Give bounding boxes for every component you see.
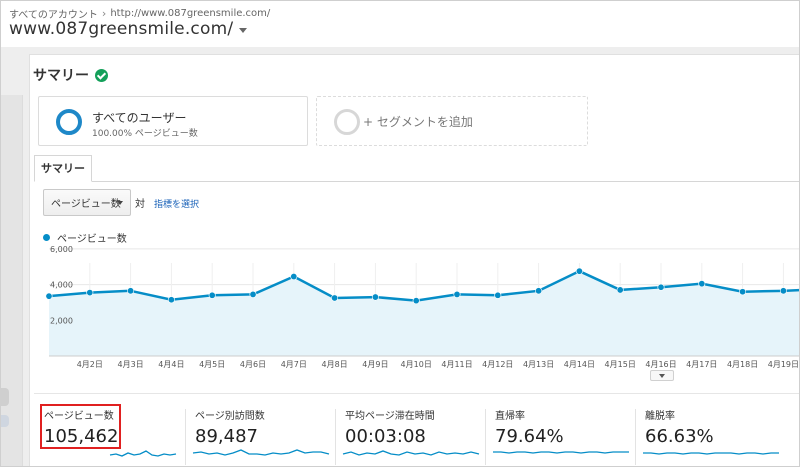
pageviews-line-chart[interactable]: 2,000 4,000 6,000 4月2日 4月3日 4月4日 4月5日 4月6日 4月7日 4… [1,241,800,371]
segment-placeholder-icon [334,109,360,135]
x-tick-label: 4月19日 [768,360,799,369]
metric-dropdown-label: ページビュー数 [51,199,121,210]
data-point [412,297,420,305]
check-circle-icon [95,68,108,82]
data-point [739,288,747,296]
x-tick-label: 4月11日 [441,360,472,369]
x-tick-label: 4月6日 [240,360,266,369]
legend-dot-icon [43,234,50,241]
kpi-divider [34,393,799,394]
x-tick-label: 4月17日 [686,360,717,369]
chevron-down-icon [659,374,665,378]
analytics-window: すべてのアカウント › http://www.087greensmile.com… [0,0,800,467]
x-tick-label: 4月12日 [482,360,513,369]
y-tick-label: 2,000 [50,316,73,325]
segment-subtitle: 100.00% ページビュー数 [92,129,198,139]
y-tick-label: 6,000 [50,245,73,254]
kpi-highlight-box [40,404,121,449]
choose-metric-link[interactable]: 指標を選択 [154,197,199,210]
data-point [331,294,339,302]
x-tick-label: 4月8日 [322,360,348,369]
chevron-down-icon [239,28,248,33]
x-tick-label: 4月9日 [362,360,388,369]
kpi-separator [335,409,336,465]
page-title: サマリー [33,65,108,85]
kpi-label: ページ別訪問数 [195,411,265,422]
kpi-separator [635,409,636,465]
side-handle[interactable] [1,388,9,406]
chart-collapse-button[interactable] [650,370,674,381]
kpi-avg-time-on-page[interactable]: 平均ページ滞在時間 00:03:08 [341,404,481,464]
kpi-sparkline [643,452,779,455]
side-handle-secondary[interactable] [1,415,9,427]
data-point [453,290,461,298]
data-point [127,287,135,295]
kpi-sparkline [192,449,330,456]
kpi-sparkline [493,451,629,454]
data-point [371,293,379,301]
data-point [167,296,175,304]
segment-all-users[interactable]: すべてのユーザー 100.00% ページビュー数 [38,96,308,146]
kpi-sparkline [342,450,480,456]
property-selector[interactable]: www.087greensmile.com/ [9,19,248,39]
kpi-bounce-rate[interactable]: 直帰率 79.64% [491,404,631,464]
dropdown-arrow-icon [117,201,123,205]
data-point [535,287,543,295]
kpi-separator [485,409,486,465]
x-tick-label: 4月16日 [645,360,676,369]
data-point [779,287,787,295]
kpi-separator [185,409,186,465]
x-tick-label: 4月15日 [605,360,636,369]
tab-summary[interactable]: サマリー [34,155,92,182]
data-point [494,291,502,299]
x-tick-label: 4月18日 [727,360,758,369]
x-tick-label: 4月3日 [118,360,144,369]
kpi-label: 離脱率 [645,411,675,422]
y-tick-label: 4,000 [50,281,73,290]
kpi-label: 平均ページ滞在時間 [345,411,435,422]
x-tick-label: 4月5日 [199,360,225,369]
tab-divider [34,181,799,182]
data-point [45,292,53,300]
segment-name: すべてのユーザー [92,111,187,125]
site-name: www.087greensmile.com/ [9,19,234,39]
data-point [86,289,94,297]
data-point [657,283,665,291]
x-tick-label: 4月7日 [281,360,307,369]
x-tick-label: 4月2日 [77,360,103,369]
add-segment-button[interactable]: + セグメントを追加 [316,96,588,146]
x-tick-label: 4月14日 [564,360,595,369]
data-point [290,273,298,281]
x-tick-label: 4月10日 [401,360,432,369]
x-tick-label: 4月4日 [158,360,184,369]
versus-label: 対 [135,199,145,210]
data-point [616,286,624,294]
x-tick-label: 4月13日 [523,360,554,369]
breadcrumb-property[interactable]: http://www.087greensmile.com/ [110,8,270,19]
kpi-unique-pageviews[interactable]: ページ別訪問数 89,487 [191,404,331,464]
metric-dropdown[interactable]: ページビュー数 [43,189,131,216]
data-point [208,291,216,299]
kpi-exit-rate[interactable]: 離脱率 66.63% [641,404,781,464]
data-point [575,267,583,275]
data-point [698,280,706,288]
add-segment-label: + セグメントを追加 [363,115,473,129]
data-point [249,290,257,298]
page-title-text: サマリー [33,68,89,84]
kpi-label: 直帰率 [495,411,525,422]
segment-ring-icon [56,109,82,135]
